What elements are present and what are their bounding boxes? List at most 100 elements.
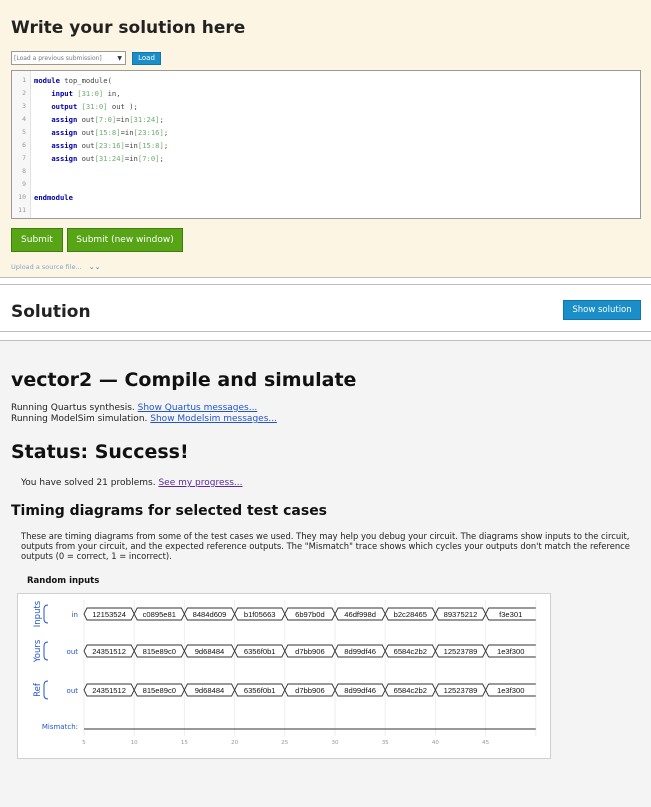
code-token: [15:8]	[137, 141, 164, 150]
line-number: 6	[22, 141, 26, 149]
solved-line: You have solved 21 problems. See my prog…	[21, 478, 242, 488]
bus-value: 6584c2b2	[394, 686, 427, 695]
tick-label: 40	[432, 740, 439, 746]
bus-value: 6b97b0d	[295, 610, 325, 619]
previous-submission-placeholder: [Load a previous submission]	[14, 55, 102, 62]
code-line: module top_module(	[34, 76, 112, 85]
line-number: 9	[22, 180, 26, 188]
code-token: in,	[103, 89, 121, 98]
bus-value: d7bb906	[295, 686, 325, 695]
upload-source-label: Upload a source file...	[11, 263, 82, 271]
show-modelsim-messages-link[interactable]: Show Modelsim messages...	[150, 414, 277, 424]
previous-submission-select[interactable]: [Load a previous submission] ▼	[11, 51, 126, 65]
bus-value: 46df998d	[344, 610, 376, 619]
code-line: assign out[7:0]=in[31:24];	[34, 115, 164, 124]
tick-label: 30	[332, 740, 339, 746]
tick-label: 20	[231, 740, 238, 746]
timing-description: These are timing diagrams from some of t…	[21, 531, 630, 561]
signal-name: out	[67, 687, 79, 695]
code-token: top_module(	[59, 76, 112, 85]
bus-value: 8484d609	[193, 610, 227, 619]
line-number: 10	[18, 193, 26, 201]
solution-title: Solution	[11, 302, 91, 322]
bus-value: 6584c2b2	[394, 647, 427, 656]
line-number: 11	[18, 206, 26, 214]
code-token: out	[77, 115, 95, 124]
line-number: 2	[22, 89, 26, 97]
code-token: [31:0]	[77, 89, 104, 98]
code-token: [31:24]	[94, 154, 125, 163]
code-token: =in	[124, 154, 138, 163]
tick-label: 25	[281, 740, 288, 746]
code-line: assign out[15:8]=in[23:16];	[34, 128, 168, 137]
code-token: =in	[124, 141, 138, 150]
see-progress-link[interactable]: See my progress...	[158, 478, 242, 488]
submit-button[interactable]: Submit	[11, 228, 63, 252]
bus-value: 89375212	[444, 610, 478, 619]
group-label: Yours	[33, 639, 43, 663]
submit-new-window-button[interactable]: Submit (new window)	[67, 228, 183, 252]
quartus-text: Running Quartus synthesis.	[11, 403, 135, 413]
code-token: assign	[51, 115, 78, 124]
code-token: assign	[51, 141, 78, 150]
code-line: endmodule	[34, 193, 73, 202]
code-editor[interactable]: module top_module( input [31:0] in, outp…	[11, 70, 641, 219]
group-bracket	[43, 641, 49, 661]
signal-name: in	[72, 611, 78, 619]
signal-name: out	[67, 648, 79, 656]
write-solution-panel: Write your solution here [Load a previou…	[0, 0, 651, 278]
bus-value: 1e3f300	[497, 647, 524, 656]
line-number: 8	[22, 167, 26, 175]
random-inputs-label: Random inputs	[27, 576, 100, 586]
tick-label: 35	[382, 740, 389, 746]
code-token: [7:0]	[94, 115, 117, 124]
results-title: vector2 — Compile and simulate	[11, 369, 357, 391]
code-token: out	[77, 154, 95, 163]
group-bracket	[43, 680, 49, 700]
code-token: [31:24]	[129, 115, 160, 124]
bus-value: 12523789	[444, 647, 478, 656]
show-solution-button[interactable]: Show solution	[563, 300, 641, 320]
group-bracket	[43, 604, 49, 624]
code-token: assign	[51, 154, 78, 163]
quartus-line: Running Quartus synthesis. Show Quartus …	[11, 403, 257, 413]
upload-source-link[interactable]: Upload a source file... ⌄⌄	[11, 263, 100, 271]
bus-value: b1f05663	[244, 610, 276, 619]
code-line: assign out[23:16]=in[15:8];	[34, 141, 168, 150]
code-token: =in	[120, 128, 134, 137]
bus-value: 6356f0b1	[244, 686, 276, 695]
modelsim-text: Running ModelSim simulation.	[11, 414, 148, 424]
solved-text: You have solved 21 problems.	[21, 478, 156, 488]
code-token: ;	[163, 141, 169, 150]
load-button[interactable]: Load	[132, 52, 161, 65]
mismatch-label: Mismatch:	[42, 723, 78, 731]
bus-value: 6356f0b1	[244, 647, 276, 656]
code-token: ;	[163, 128, 169, 137]
bus-value: 24351512	[92, 647, 126, 656]
timing-diagrams-title: Timing diagrams for selected test cases	[11, 503, 328, 519]
write-solution-title: Write your solution here	[11, 18, 246, 38]
show-quartus-messages-link[interactable]: Show Quartus messages...	[138, 403, 258, 413]
tick-label: 5	[82, 740, 86, 746]
bus-value: 8d99df46	[344, 647, 376, 656]
bus-value: 9d68484	[195, 647, 225, 656]
line-number: 5	[22, 128, 26, 136]
code-token: output	[51, 102, 78, 111]
code-line: input [31:0] in,	[34, 89, 121, 98]
modelsim-line: Running ModelSim simulation. Show Models…	[11, 414, 277, 424]
timing-diagram-svg: Inputs in 12153524 c0895e81 8484d609 b1f05663…	[33, 600, 537, 746]
bus-value: 8d99df46	[344, 686, 376, 695]
tick-label: 10	[131, 740, 138, 746]
status-heading: Status: Success!	[11, 441, 189, 463]
code-token: input	[51, 89, 73, 98]
bus-value: c0895e81	[143, 610, 176, 619]
bus-value: 815e89c0	[143, 686, 176, 695]
bus-value: 1e3f300	[497, 686, 524, 695]
tick-label: 15	[181, 740, 188, 746]
code-token: out );	[107, 102, 138, 111]
code-token: [23:16]	[94, 141, 125, 150]
code-token: =in	[116, 115, 130, 124]
tick-label: 45	[482, 740, 489, 746]
